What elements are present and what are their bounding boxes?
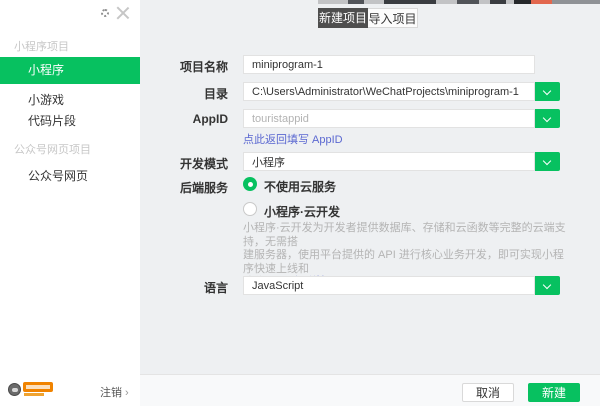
backend-service-label: 后端服务 bbox=[140, 179, 228, 196]
radio-no-cloud-service[interactable] bbox=[243, 177, 257, 191]
sidebar-item-code-snippet[interactable]: 代码片段 bbox=[0, 109, 140, 133]
logout-label: 注销 bbox=[100, 387, 122, 399]
radio-cloud-dev[interactable] bbox=[243, 202, 257, 216]
new-project-dialog: 小程序项目 小程序 小游戏 代码片段 公众号网页项目 公众号网页 注销› 新建项… bbox=[0, 0, 600, 406]
watermark-subtext-block bbox=[24, 393, 44, 396]
dev-mode-input[interactable] bbox=[243, 152, 535, 171]
language-input[interactable] bbox=[243, 276, 535, 295]
project-name-input[interactable] bbox=[243, 55, 535, 74]
watermark-logo bbox=[8, 381, 54, 399]
chevron-down-icon bbox=[543, 281, 551, 289]
language-label: 语言 bbox=[140, 279, 228, 296]
radio-no-cloud-service-label: 不使用云服务 bbox=[264, 178, 336, 195]
sidebar-item-miniprogram[interactable]: 小程序 bbox=[0, 57, 140, 84]
sidebar-section-miniprogram-project: 小程序项目 bbox=[14, 38, 69, 54]
appid-dropdown-button[interactable] bbox=[535, 109, 560, 128]
sidebar-section-official-account: 公众号网页项目 bbox=[14, 141, 91, 157]
language-dropdown-button[interactable] bbox=[535, 276, 560, 295]
watermark-text-block bbox=[23, 382, 53, 392]
appid-label: AppID bbox=[140, 112, 228, 126]
close-icon[interactable] bbox=[115, 5, 131, 21]
background-window-sliver bbox=[318, 0, 600, 4]
create-button[interactable]: 新建 bbox=[528, 383, 580, 402]
watermark-avatar-icon bbox=[8, 383, 21, 396]
tab-import-project[interactable]: 导入项目 bbox=[368, 8, 418, 28]
chevron-down-icon bbox=[543, 87, 551, 95]
radio-cloud-dev-label: 小程序·云开发 bbox=[264, 203, 340, 220]
project-tabs: 新建项目 导入项目 bbox=[318, 8, 418, 28]
gear-icon[interactable] bbox=[101, 9, 109, 17]
dev-mode-dropdown-button[interactable] bbox=[535, 152, 560, 171]
dialog-footer: 取消 新建 bbox=[140, 374, 600, 406]
directory-label: 目录 bbox=[140, 85, 228, 102]
chevron-down-icon bbox=[543, 157, 551, 165]
directory-input[interactable] bbox=[243, 82, 535, 101]
dev-mode-label: 开发模式 bbox=[140, 155, 228, 172]
cancel-button[interactable]: 取消 bbox=[462, 383, 514, 402]
appid-input[interactable] bbox=[243, 109, 535, 128]
tab-new-project[interactable]: 新建项目 bbox=[318, 8, 368, 28]
background-orange-segment bbox=[531, 0, 552, 4]
appid-fill-link[interactable]: 点此返回填写 AppID bbox=[243, 131, 343, 147]
logout-button[interactable]: 注销› bbox=[100, 384, 129, 400]
chevron-down-icon bbox=[543, 114, 551, 122]
directory-dropdown-button[interactable] bbox=[535, 82, 560, 101]
chevron-right-icon: › bbox=[125, 387, 129, 399]
sidebar: 小程序项目 小程序 小游戏 代码片段 公众号网页项目 公众号网页 注销› bbox=[0, 0, 140, 406]
sidebar-item-official-account-web[interactable]: 公众号网页 bbox=[0, 164, 140, 188]
project-name-label: 项目名称 bbox=[140, 58, 228, 75]
